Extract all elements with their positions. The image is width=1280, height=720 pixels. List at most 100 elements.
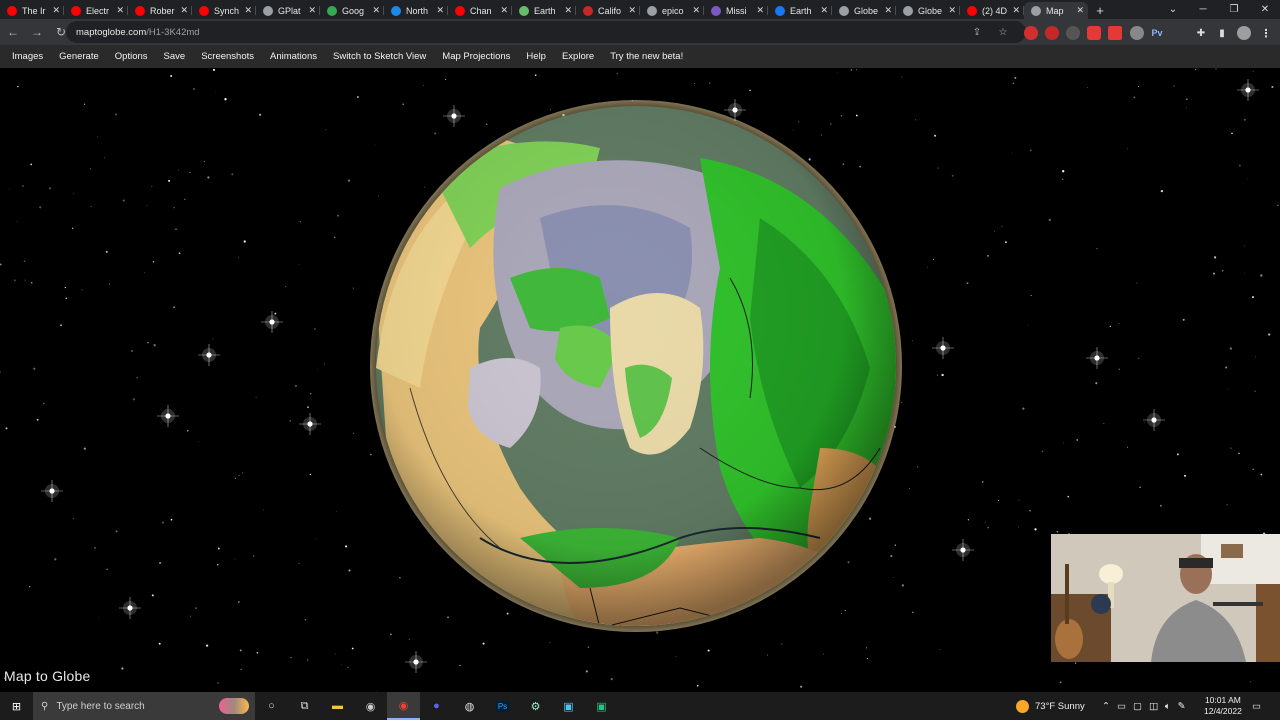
- globe-icon: [263, 5, 273, 16]
- clock[interactable]: 10:01 AM 12/4/2022: [1204, 692, 1242, 720]
- menu-item-switch-to-sketch-view[interactable]: Switch to Sketch View: [325, 45, 434, 68]
- close-icon[interactable]: ✕: [244, 5, 252, 16]
- weather-widget[interactable]: 73°F Sunny: [1016, 692, 1085, 720]
- youtube-icon: [7, 5, 17, 16]
- app-green-icon[interactable]: ▣: [585, 692, 618, 720]
- url-path: /H1-3K42md: [146, 26, 200, 38]
- close-icon[interactable]: ✕: [628, 5, 636, 16]
- menu-item-explore[interactable]: Explore: [554, 45, 602, 68]
- close-icon[interactable]: ✕: [564, 5, 572, 16]
- menu-item-help[interactable]: Help: [518, 45, 554, 68]
- close-icon[interactable]: ✕: [180, 5, 188, 16]
- avatar[interactable]: [1237, 26, 1251, 40]
- browser-tab[interactable]: Rober ✕: [128, 2, 192, 19]
- browser-tab[interactable]: Globe ✕: [832, 2, 896, 19]
- facebook-icon: [775, 5, 785, 16]
- tray-app-icon[interactable]: ▭: [1117, 701, 1126, 712]
- extension-text-icon[interactable]: [1108, 26, 1122, 40]
- app-round-icon[interactable]: ◍: [453, 692, 486, 720]
- close-icon[interactable]: ✕: [948, 5, 956, 16]
- menu-item-screenshots[interactable]: Screenshots: [193, 45, 262, 68]
- back-button[interactable]: ←: [2, 21, 24, 43]
- tray-icons: ⌃ ▭ ▢ ◫ 🔈︎ ✎: [1102, 692, 1186, 720]
- extension-red-icon[interactable]: [1024, 26, 1038, 40]
- chevron-up-icon[interactable]: ⌃: [1102, 701, 1110, 712]
- close-icon[interactable]: ✕: [1012, 5, 1020, 16]
- app-bird-icon[interactable]: ◉: [354, 692, 387, 720]
- menu-item-options[interactable]: Options: [107, 45, 156, 68]
- browser-tab[interactable]: Map ✕: [1024, 2, 1088, 19]
- bookmark-star-icon[interactable]: ☆: [996, 25, 1010, 39]
- share-icon[interactable]: ⇪: [970, 25, 984, 39]
- extension-pv-icon[interactable]: Pv: [1150, 26, 1164, 40]
- menu-item-animations[interactable]: Animations: [262, 45, 325, 68]
- display-icon[interactable]: ▢: [1133, 701, 1142, 712]
- browser-tab[interactable]: North ✕: [384, 2, 448, 19]
- extension-badge-icon[interactable]: [1045, 26, 1059, 40]
- close-icon[interactable]: ✕: [692, 5, 700, 16]
- taskbar-search[interactable]: ⚲ Type here to search: [33, 692, 255, 720]
- network-icon[interactable]: ◫: [1149, 701, 1158, 712]
- close-icon[interactable]: ✕: [1076, 5, 1084, 16]
- browser-tab[interactable]: (2) 4D ✕: [960, 2, 1024, 19]
- browser-tab[interactable]: Chan ✕: [448, 2, 512, 19]
- close-window-icon[interactable]: ✕: [1249, 0, 1280, 19]
- menu-item-try-the-new-beta[interactable]: Try the new beta!: [602, 45, 691, 68]
- browser-tab[interactable]: Califo ✕: [576, 2, 640, 19]
- close-icon[interactable]: ✕: [756, 5, 764, 16]
- menu-item-images[interactable]: Images: [4, 45, 51, 68]
- notification-icon: ▭: [1252, 700, 1261, 712]
- browser-tab[interactable]: Earth ✕: [512, 2, 576, 19]
- close-icon[interactable]: ✕: [884, 5, 892, 16]
- browser-tab[interactable]: Synch ✕: [192, 2, 256, 19]
- minimize-icon[interactable]: ─: [1187, 0, 1219, 19]
- browser-tab[interactable]: epico ✕: [640, 2, 704, 19]
- page-icon: [711, 5, 721, 16]
- close-icon[interactable]: ✕: [820, 5, 828, 16]
- globe-viewport[interactable]: Map to Globe: [0, 68, 1280, 692]
- extension-glasses-icon[interactable]: [1066, 26, 1080, 40]
- browser-tab[interactable]: Globe ✕: [896, 2, 960, 19]
- menu-item-generate[interactable]: Generate: [51, 45, 107, 68]
- photoshop-icon[interactable]: Ps: [486, 692, 519, 720]
- start-button[interactable]: ⊞: [0, 692, 33, 720]
- kebab-menu-icon[interactable]: ⋮: [1259, 26, 1273, 40]
- menu-item-save[interactable]: Save: [156, 45, 194, 68]
- extension-circle-icon[interactable]: [1130, 26, 1144, 40]
- chevron-down-icon[interactable]: ⌄: [1157, 0, 1189, 19]
- browser-tab[interactable]: Earth ✕: [768, 2, 832, 19]
- discord-icon[interactable]: ●: [420, 692, 453, 720]
- pen-icon[interactable]: ✎: [1178, 701, 1186, 712]
- globe-icon: [839, 5, 849, 16]
- close-icon[interactable]: ✕: [372, 5, 380, 16]
- close-icon[interactable]: ✕: [500, 5, 508, 16]
- close-icon[interactable]: ✕: [436, 5, 444, 16]
- browser-tab[interactable]: Goog ✕: [320, 2, 384, 19]
- close-icon[interactable]: ✕: [52, 5, 60, 16]
- app-photo-icon[interactable]: ▣: [552, 692, 585, 720]
- chrome-icon[interactable]: ◉: [387, 692, 420, 720]
- volume-icon[interactable]: 🔈︎: [1165, 701, 1171, 712]
- site-menu-bar: Images Generate Options Save Screenshots Anim…: [0, 45, 1280, 68]
- forward-button[interactable]: →: [26, 21, 48, 43]
- browser-tab[interactable]: The Ir ✕: [0, 2, 64, 19]
- file-explorer-icon[interactable]: ▬: [321, 692, 354, 720]
- address-bar[interactable]: maptoglobe.com/H1-3K42md ⇪ ☆: [66, 21, 1026, 43]
- close-icon[interactable]: ✕: [308, 5, 316, 16]
- task-view-icon[interactable]: ⧉: [288, 692, 321, 720]
- browser-tab[interactable]: GPlat ✕: [256, 2, 320, 19]
- sidepanel-icon[interactable]: ▮: [1215, 26, 1229, 40]
- search-placeholder: Type here to search: [56, 700, 145, 712]
- browser-tab[interactable]: Missi ✕: [704, 2, 768, 19]
- browser-tab[interactable]: Electr ✕: [64, 2, 128, 19]
- reload-icon: ↻: [55, 25, 67, 39]
- extension-shield-icon[interactable]: [1087, 26, 1101, 40]
- new-tab-button[interactable]: +: [1088, 2, 1112, 19]
- close-icon[interactable]: ✕: [116, 5, 124, 16]
- menu-item-map-projections[interactable]: Map Projections: [434, 45, 518, 68]
- app-gear-icon[interactable]: ⚙: [519, 692, 552, 720]
- puzzle-icon[interactable]: ✚: [1194, 26, 1208, 40]
- maximize-icon[interactable]: ❐: [1218, 0, 1250, 19]
- notification-button[interactable]: ▭: [1252, 692, 1261, 720]
- cortana-icon[interactable]: ○: [255, 692, 288, 720]
